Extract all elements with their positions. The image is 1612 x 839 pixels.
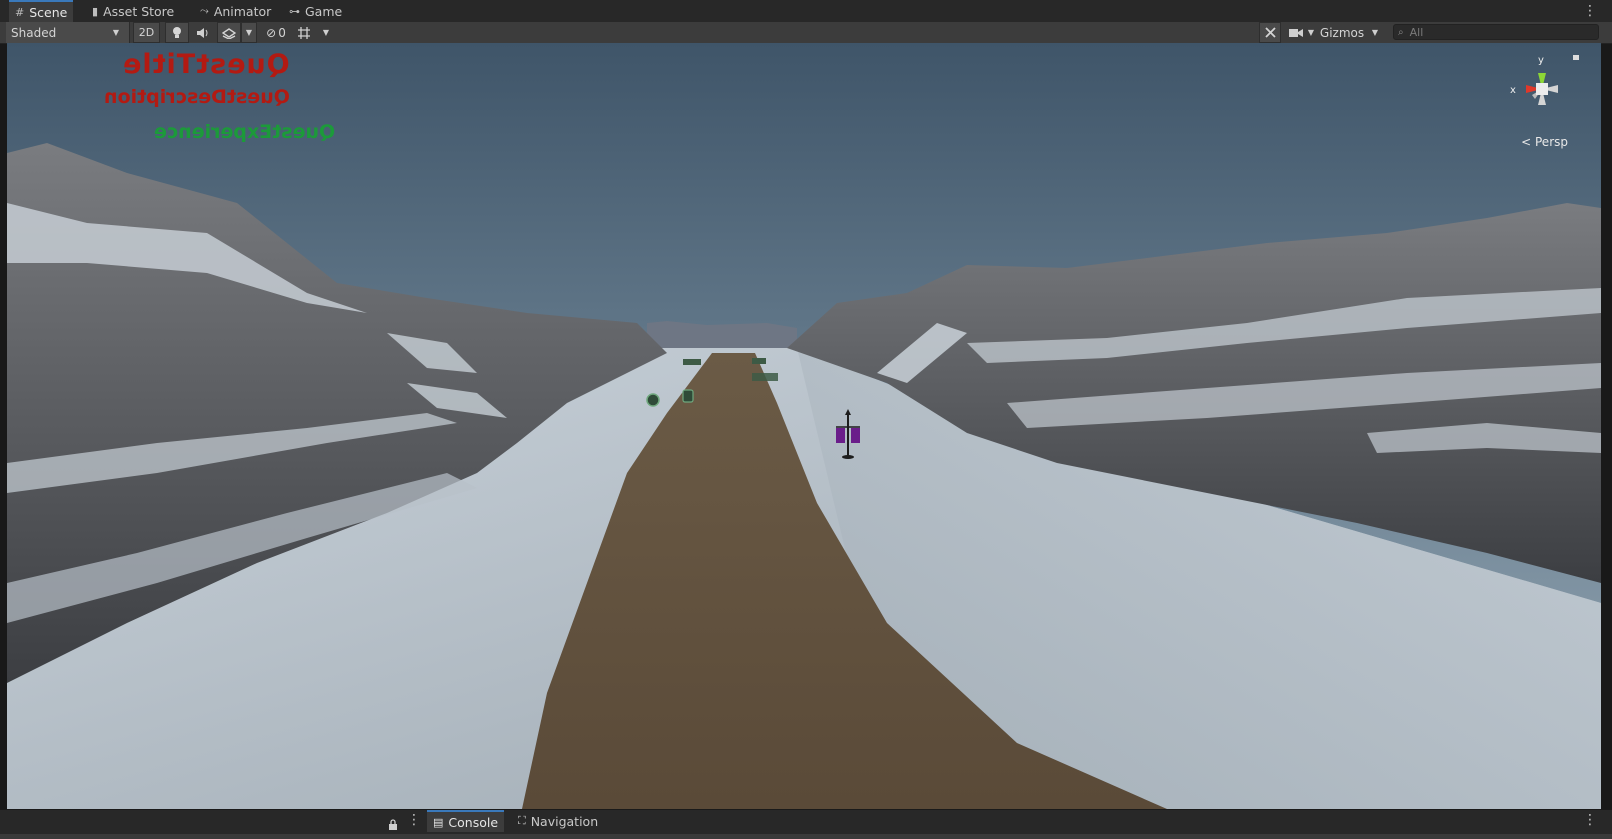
gizmos-dropdown-chevron-icon[interactable]: ▼ (1367, 22, 1383, 43)
tab-navigation-label: Navigation (530, 813, 599, 829)
projection-label: Persp (1535, 135, 1568, 149)
shading-mode-label: Shaded (11, 25, 57, 40)
tab-console-label: Console (448, 814, 499, 830)
quest-experience-text: QuestExperience (154, 121, 336, 143)
scene-viewport[interactable]: QuestTitle QuestDescription QuestExperie… (7, 43, 1601, 809)
gamepad-icon: ⊶ (289, 4, 300, 18)
gizmos-button[interactable]: Gizmos (1318, 22, 1366, 43)
console-toolbar-strip (0, 834, 1612, 839)
animator-icon: ⤳ (200, 4, 209, 17)
console-icon: ▤ (433, 815, 444, 829)
hidden-objects-toggle[interactable]: ⊘ 0 (262, 22, 290, 43)
bottom-tab-bar: ⋮ ▤ Console ⛶ Navigation ⋮ (0, 809, 1612, 839)
tab-scene-label: Scene (29, 4, 68, 20)
effects-dropdown-chevron-icon[interactable]: ▼ (241, 22, 257, 43)
camera-dropdown-chevron-icon[interactable]: ▼ (1304, 22, 1318, 43)
panel-menu-icon[interactable]: ⋮ (407, 813, 421, 827)
grid-icon: # (15, 5, 25, 19)
tab-game-label: Game (305, 3, 343, 19)
eye-slash-icon: ⊘ (266, 25, 277, 40)
window-tab-bar: # Scene ▮ Asset Store ⤳ Animator ⊶ Game … (0, 0, 1612, 23)
tab-navigation[interactable]: ⛶ Navigation (512, 810, 604, 832)
search-icon: ⌕ (1398, 26, 1404, 38)
bag-icon: ▮ (92, 4, 99, 18)
scene-toolbar: Shaded ▼ 2D ▼ ⊘ 0 ▼ ▼ Gizmos ▼ (0, 22, 1612, 44)
lock-icon[interactable] (1573, 55, 1579, 60)
lighting-toggle-icon[interactable] (165, 22, 189, 43)
tab-animator-label: Animator (213, 3, 272, 19)
effects-toggle-icon[interactable] (217, 22, 241, 43)
tools-icon[interactable] (1259, 22, 1281, 43)
tab-asset-store-label: Asset Store (103, 3, 175, 19)
shading-mode-dropdown[interactable]: Shaded ▼ (6, 22, 130, 43)
console-menu-icon[interactable]: ⋮ (1583, 813, 1597, 827)
quest-title-text: QuestTitle (122, 49, 290, 80)
gizmo-y-label: y (1538, 55, 1544, 66)
toggle-2d-button[interactable]: 2D (133, 22, 160, 43)
gizmo-x-label: x (1510, 85, 1516, 96)
projection-toggle[interactable]: < Persp (1521, 135, 1568, 149)
chevron-down-icon: ▼ (112, 28, 119, 37)
tab-scene[interactable]: # Scene (9, 0, 74, 22)
lock-icon[interactable] (388, 815, 398, 830)
orientation-gizmo[interactable]: x y (1497, 51, 1587, 131)
grid-dropdown-chevron-icon[interactable]: ▼ (318, 22, 334, 43)
scene-search-input[interactable]: ⌕ All (1393, 24, 1599, 40)
hidden-count: 0 (278, 25, 286, 40)
search-placeholder: All (1409, 25, 1424, 39)
navigation-icon: ⛶ (518, 814, 526, 827)
scene-render (7, 43, 1601, 809)
audio-toggle-icon[interactable] (191, 22, 215, 43)
tab-asset-store[interactable]: ▮ Asset Store (86, 0, 180, 22)
tab-animator[interactable]: ⤳ Animator (194, 0, 277, 22)
quest-description-text: QuestDescription (104, 86, 290, 108)
tab-console[interactable]: ▤ Console (427, 810, 505, 832)
tab-game[interactable]: ⊶ Game (283, 0, 348, 22)
grid-toggle-icon[interactable] (292, 22, 316, 43)
window-menu-icon[interactable]: ⋮ (1583, 4, 1597, 18)
perspective-icon: < (1521, 135, 1532, 149)
